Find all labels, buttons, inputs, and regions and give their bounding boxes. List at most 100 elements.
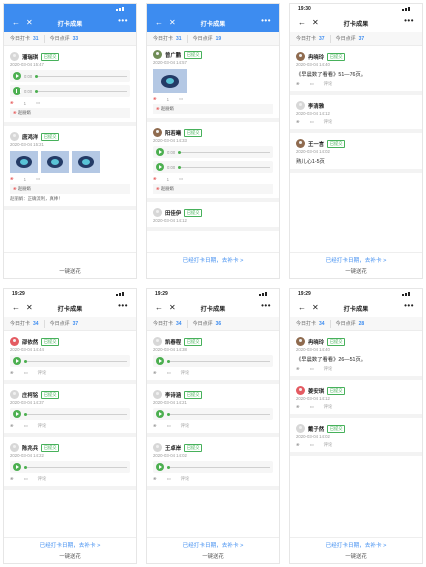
flower-icon[interactable]: ❀ <box>10 423 14 429</box>
makeup-link[interactable]: 已经打卡日期，去补卡 > <box>290 541 422 549</box>
comment-label[interactable]: 评论 <box>324 366 333 372</box>
comment-icon[interactable]: ▭ <box>24 370 28 376</box>
comment-label[interactable]: 评论 <box>181 370 190 376</box>
player-progress[interactable] <box>35 74 127 78</box>
comment-icon[interactable]: ▭ <box>310 81 314 87</box>
image-thumbnail[interactable] <box>153 69 187 93</box>
audio-player[interactable]: 0:00 <box>10 70 130 82</box>
comment-icon[interactable]: ▭ <box>167 370 171 376</box>
records-list[interactable]: 凯春程 已提交 2020-03-04 14:38 ❀ ▭ 评论 李诗涵 已提交 20… <box>147 331 279 537</box>
player-progress[interactable] <box>178 165 270 169</box>
comment-label[interactable]: 评论 <box>181 476 190 482</box>
audio-player[interactable]: 0:00 <box>153 161 273 173</box>
image-thumbnail[interactable] <box>10 151 38 173</box>
flower-icon[interactable]: ❀ <box>10 100 14 106</box>
flower-icon[interactable]: ❀ <box>153 423 157 429</box>
more-icon[interactable]: ••• <box>118 302 128 310</box>
comment-label[interactable]: 评论 <box>324 119 333 125</box>
record-sub: 2020-03-04 14:44 <box>10 347 130 352</box>
pause-icon[interactable] <box>13 87 21 95</box>
comment-icon[interactable]: ▭ <box>167 476 171 482</box>
records-list[interactable]: 冉晓玲 已提交 2020-03-04 14:40 《早晨数了看看》51—76页。… <box>290 46 422 252</box>
comment-icon[interactable]: ▭ <box>36 100 40 106</box>
send-flower-button[interactable]: 一键送花 <box>147 552 279 560</box>
records-list[interactable]: 邵依然 已提交 2020-03-04 14:44 ❀ ▭ 评论 庄柯铭 已提交 20… <box>4 331 136 537</box>
more-icon[interactable]: ••• <box>261 302 271 310</box>
more-icon[interactable]: ••• <box>261 17 271 25</box>
comment-icon[interactable]: ▭ <box>310 404 314 410</box>
comment-icon[interactable]: ▭ <box>36 176 40 182</box>
comment-icon[interactable]: ▭ <box>310 442 314 448</box>
comment-label[interactable]: 评论 <box>38 423 47 429</box>
flower-icon[interactable]: ❀ <box>296 404 300 410</box>
play-icon[interactable] <box>156 163 164 171</box>
records-list[interactable]: 冉晓玲 已提交 2020-03-04 14:40 《早晨数了看看》26—51页。… <box>290 331 422 537</box>
play-icon[interactable] <box>156 410 164 418</box>
player-progress[interactable] <box>24 359 127 363</box>
audio-player[interactable] <box>10 461 130 473</box>
flower-icon[interactable]: ❀ <box>153 176 157 182</box>
send-flower-button[interactable]: 一键送花 <box>4 552 136 560</box>
image-thumbnail[interactable] <box>41 151 69 173</box>
makeup-link[interactable]: 已经打卡日期，去补卡 > <box>147 256 279 264</box>
records-list[interactable]: 曾广鹏 已提交 2020-03-04 14:57 ❀ 1 ▭ ❀ 赵丽娟 阳若曦… <box>147 46 279 252</box>
comment-label[interactable]: 评论 <box>324 442 333 448</box>
play-icon[interactable] <box>156 463 164 471</box>
play-icon[interactable] <box>13 72 21 80</box>
audio-player[interactable] <box>153 461 273 473</box>
comment-label[interactable]: 评论 <box>38 370 47 376</box>
image-thumbnail[interactable] <box>72 151 100 173</box>
play-icon[interactable] <box>156 357 164 365</box>
player-progress[interactable] <box>24 412 127 416</box>
audio-player[interactable] <box>153 355 273 367</box>
comment-icon[interactable]: ▭ <box>179 176 183 182</box>
player-progress[interactable] <box>24 465 127 469</box>
flower-icon[interactable]: ❀ <box>10 370 14 376</box>
send-flower-button[interactable]: 一键送花 <box>4 267 136 275</box>
play-icon[interactable] <box>13 463 21 471</box>
makeup-link[interactable]: 已经打卡日期，去补卡 > <box>4 541 136 549</box>
comment-icon[interactable]: ▭ <box>24 476 28 482</box>
audio-player[interactable]: 0:00 <box>10 85 130 97</box>
flower-icon[interactable]: ❀ <box>10 476 14 482</box>
comment-label[interactable]: 评论 <box>38 476 47 482</box>
audio-player[interactable] <box>10 355 130 367</box>
makeup-link[interactable]: 已经打卡日期，去补卡 > <box>147 541 279 549</box>
makeup-link[interactable]: 已经打卡日期，去补卡 > <box>290 256 422 264</box>
comment-label[interactable]: 评论 <box>324 81 333 87</box>
flower-icon[interactable]: ❀ <box>296 119 300 125</box>
avatar <box>296 424 305 433</box>
comment-icon[interactable]: ▭ <box>179 96 183 102</box>
comment-icon[interactable]: ▭ <box>24 423 28 429</box>
comment-icon[interactable]: ▭ <box>310 119 314 125</box>
play-icon[interactable] <box>156 148 164 156</box>
player-progress[interactable] <box>167 412 270 416</box>
more-icon[interactable]: ••• <box>118 17 128 25</box>
audio-player[interactable] <box>153 408 273 420</box>
record-date: 2020-03-04 14:12 <box>296 111 330 116</box>
player-progress[interactable] <box>167 465 270 469</box>
records-list[interactable]: 潘瑞琪 已提交 2020-03-04 15:47 0:00 0:00 ❀ 1 ▭… <box>4 46 136 252</box>
send-flower-button[interactable]: 一键送花 <box>290 552 422 560</box>
audio-player[interactable] <box>10 408 130 420</box>
comment-label[interactable]: 评论 <box>181 423 190 429</box>
more-icon[interactable]: ••• <box>404 302 414 310</box>
comment-label[interactable]: 评论 <box>324 404 333 410</box>
flower-icon[interactable]: ❀ <box>10 176 14 182</box>
comment-icon[interactable]: ▭ <box>310 366 314 372</box>
comment-icon[interactable]: ▭ <box>167 423 171 429</box>
player-progress[interactable] <box>178 150 270 154</box>
audio-player[interactable]: 0:00 <box>153 146 273 158</box>
play-icon[interactable] <box>13 357 21 365</box>
flower-icon[interactable]: ❀ <box>296 366 300 372</box>
play-icon[interactable] <box>13 410 21 418</box>
flower-icon[interactable]: ❀ <box>296 81 300 87</box>
flower-icon[interactable]: ❀ <box>153 96 157 102</box>
player-progress[interactable] <box>35 89 127 93</box>
flower-icon[interactable]: ❀ <box>153 476 157 482</box>
player-progress[interactable] <box>167 359 270 363</box>
send-flower-button[interactable]: 一键送花 <box>290 267 422 275</box>
more-icon[interactable]: ••• <box>404 17 414 25</box>
flower-icon[interactable]: ❀ <box>153 370 157 376</box>
flower-icon[interactable]: ❀ <box>296 442 300 448</box>
